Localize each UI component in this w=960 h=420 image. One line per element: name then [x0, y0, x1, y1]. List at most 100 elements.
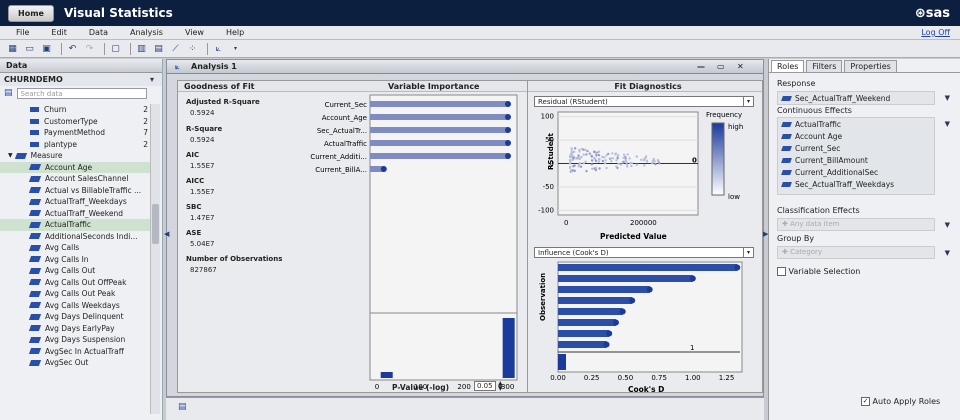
list-item[interactable]: Sec_ActualTraff_Weekdays: [778, 178, 934, 190]
vi-bar[interactable]: [370, 153, 508, 159]
cooks-bar[interactable]: [558, 319, 616, 326]
list-item[interactable]: ActualTraff_Weekend: [0, 208, 152, 220]
residual-plot[interactable]: 100500-50-10000 200000 RStudent Predicted…: [528, 109, 762, 244]
home-button[interactable]: Home: [8, 4, 54, 22]
menu-edit[interactable]: Edit: [35, 28, 73, 37]
menu-file[interactable]: File: [0, 28, 35, 37]
cooks-d-plot[interactable]: 1 0.00 0.25 0.50 0.75 1.00 1.25 Observation Co…: [528, 260, 762, 394]
minimize-icon[interactable]: —: [697, 60, 705, 74]
groupby-slot[interactable]: ✚ Category: [777, 246, 935, 259]
variable-selection-toggle[interactable]: Variable Selection: [777, 267, 860, 276]
line-chart-icon[interactable]: ⟋: [169, 43, 182, 55]
chevron-down-icon[interactable]: ▼: [945, 249, 950, 257]
list-item[interactable]: Current_BillAmount: [778, 154, 934, 166]
tab-filters[interactable]: Filters: [806, 60, 843, 72]
menu-analysis[interactable]: Analysis: [114, 28, 169, 37]
continuous-effects-slot[interactable]: ActualTraffic Account Age Current_Sec Cu…: [777, 117, 935, 195]
vi-bar[interactable]: [370, 140, 508, 146]
cooks-bar[interactable]: [558, 308, 623, 315]
chevron-down-icon[interactable]: ▼: [945, 120, 950, 128]
list-item[interactable]: Avg Calls Out OffPeak: [0, 277, 152, 289]
variable-selection-checkbox[interactable]: [777, 267, 786, 276]
cooks-bar[interactable]: [558, 354, 566, 370]
chevron-down-icon[interactable]: ▾: [743, 248, 753, 257]
cooks-bar[interactable]: [558, 330, 610, 337]
details-icon[interactable]: ▤: [178, 402, 187, 412]
pvalue-stepper[interactable]: ▲ ▼: [498, 381, 503, 392]
list-item[interactable]: CustomerType 2: [0, 116, 152, 128]
undo-icon[interactable]: ↶: [66, 43, 79, 55]
list-item[interactable]: Avg Calls Weekdays: [0, 300, 152, 312]
chevron-down-icon[interactable]: ▼: [945, 221, 950, 229]
scatter-icon[interactable]: ⁘: [186, 43, 199, 55]
menu-view[interactable]: View: [169, 28, 210, 37]
restore-icon[interactable]: ▭: [717, 60, 725, 74]
tab-properties[interactable]: Properties: [844, 60, 897, 72]
data-options-icon[interactable]: ▤: [4, 88, 13, 98]
menu-data[interactable]: Data: [73, 28, 114, 37]
close-icon[interactable]: ✕: [737, 60, 744, 74]
pvalue-cutoff-input[interactable]: 0.05: [474, 381, 496, 391]
redo-icon[interactable]: ↷: [83, 43, 96, 55]
list-item[interactable]: plantype 2: [0, 139, 152, 151]
list-item[interactable]: Actual vs BillableTraffic ...: [0, 185, 152, 197]
maximize-icon[interactable]: ▢: [109, 43, 122, 55]
chevron-down-icon[interactable]: ▾: [743, 97, 753, 106]
list-item[interactable]: AdditionalSeconds Indi...: [0, 231, 152, 243]
chevron-down-icon[interactable]: ▾: [150, 75, 154, 84]
log-off-link[interactable]: Log Off: [921, 28, 950, 37]
data-list-scrollbar[interactable]: [150, 104, 160, 414]
influence-dropdown[interactable]: Influence (Cook's D) ▾: [534, 247, 754, 258]
dataset-selector[interactable]: CHURNDEMO ▾: [0, 73, 162, 86]
list-item[interactable]: PaymentMethod 7: [0, 127, 152, 139]
measure-group[interactable]: ▼ Measure: [0, 150, 152, 162]
list-item[interactable]: Avg Days Delinquent: [0, 311, 152, 323]
tab-roles[interactable]: Roles: [771, 60, 805, 72]
list-item[interactable]: ActualTraffic: [0, 219, 152, 231]
cooks-bar[interactable]: [558, 275, 693, 282]
vi-bar[interactable]: [370, 127, 508, 133]
residual-dropdown[interactable]: Residual (RStudent) ▾: [534, 96, 754, 107]
list-item[interactable]: AvgSec Out: [0, 357, 152, 369]
pvalue-bar[interactable]: [502, 318, 515, 378]
stepper-down-icon[interactable]: ▼: [498, 385, 503, 392]
cooks-bar[interactable]: [558, 264, 738, 271]
search-input[interactable]: Search data: [16, 87, 147, 99]
list-item[interactable]: Account Age: [0, 161, 152, 173]
auto-apply-checkbox[interactable]: ✓: [861, 397, 870, 406]
classification-slot[interactable]: ✚ Any data item: [777, 218, 935, 231]
auto-apply-toggle[interactable]: ✓ Auto Apply Roles: [861, 397, 940, 406]
list-item[interactable]: AvgSec In ActualTraff: [0, 346, 152, 358]
tab-analysis-1[interactable]: ⟀ Analysis 1 — ▭ ✕: [167, 60, 763, 74]
cooks-bar[interactable]: [558, 286, 650, 293]
list-item[interactable]: ActualTraffic: [778, 118, 934, 130]
menu-help[interactable]: Help: [210, 28, 250, 37]
model-icon[interactable]: ⟀: [212, 43, 225, 55]
chevron-down-icon[interactable]: ▼: [945, 94, 950, 102]
list-item[interactable]: Avg Days EarlyPay: [0, 323, 152, 335]
bar-chart-icon[interactable]: ▥: [135, 43, 148, 55]
cooks-bar[interactable]: [558, 341, 607, 348]
list-item[interactable]: ActualTraff_Weekdays: [0, 196, 152, 208]
list-item[interactable]: Churn 2: [0, 104, 152, 116]
response-item[interactable]: Sec_ActualTraff_Weekend: [778, 92, 934, 104]
list-item[interactable]: Account Age: [778, 130, 934, 142]
histogram-icon[interactable]: ▤: [152, 43, 165, 55]
list-item[interactable]: Account SalesChannel: [0, 173, 152, 185]
vi-bar[interactable]: [370, 114, 508, 120]
list-item[interactable]: Avg Days Suspension: [0, 334, 152, 346]
list-item[interactable]: Avg Calls Out: [0, 265, 152, 277]
variable-importance-chart[interactable]: Current_Sec Account_Age Sec_ActualTr... Act…: [178, 93, 531, 393]
chevron-down-icon[interactable]: ▼: [8, 152, 13, 159]
list-item[interactable]: Avg Calls Out Peak: [0, 288, 152, 300]
pvalue-bar[interactable]: [380, 372, 393, 378]
list-item[interactable]: Current_Sec: [778, 142, 934, 154]
list-item[interactable]: Current_AdditionalSec: [778, 166, 934, 178]
chevron-down-icon[interactable]: ▾: [229, 43, 242, 55]
cooks-bar[interactable]: [558, 297, 633, 304]
new-icon[interactable]: ▦: [6, 43, 19, 55]
response-slot[interactable]: Sec_ActualTraff_Weekend: [777, 91, 935, 105]
scrollbar-thumb[interactable]: [152, 204, 159, 244]
open-icon[interactable]: ▭: [23, 43, 36, 55]
list-item[interactable]: Avg Calls: [0, 242, 152, 254]
